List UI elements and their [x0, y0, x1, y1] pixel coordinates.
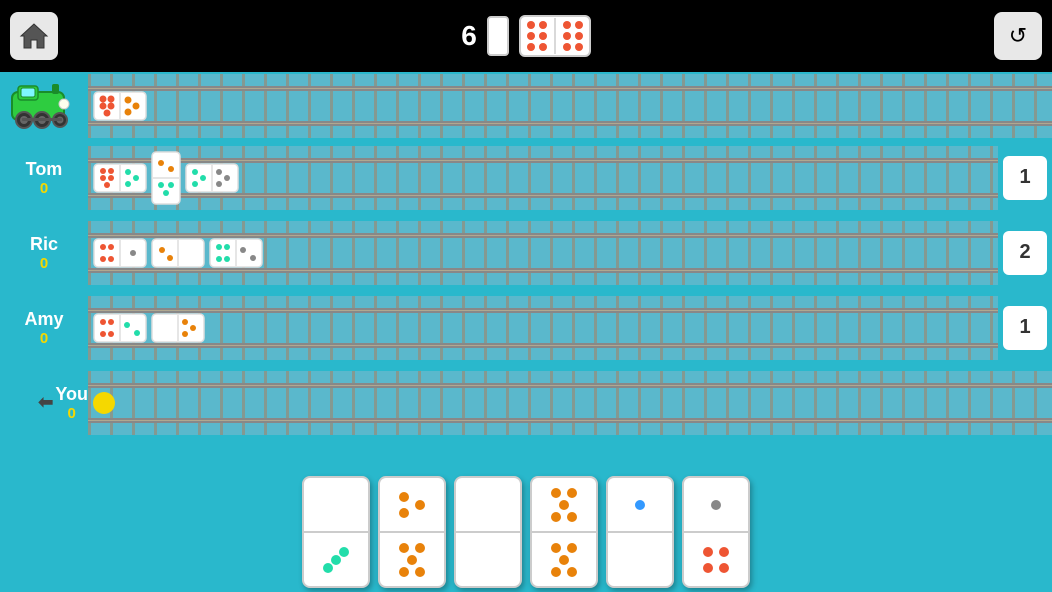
hand-domino-2[interactable] — [378, 476, 446, 588]
hand-domino-3[interactable] — [454, 476, 522, 588]
app: 6 — [0, 0, 1052, 592]
ric-name: Ric — [30, 234, 58, 255]
tom-track — [88, 146, 998, 210]
you-score: 0 — [67, 405, 75, 422]
hand-domino-3-top — [456, 478, 520, 533]
top-center: 6 — [461, 15, 591, 57]
player-row-engine — [0, 72, 1052, 140]
round-number: 6 — [461, 20, 477, 52]
you-marker — [93, 392, 115, 414]
undo-button[interactable]: ↺ — [994, 12, 1042, 60]
hand-domino-2-bottom — [380, 533, 444, 586]
player-row-you: ⬅ You 0 — [0, 365, 1052, 440]
tom-badge: 1 — [1003, 156, 1047, 200]
tom-score: 0 — [40, 180, 48, 197]
engine-label — [0, 80, 88, 132]
player-row-ric: Ric 0 — [0, 215, 1052, 290]
game-area: Tom 0 — [0, 72, 1052, 472]
tom-track-dominos — [88, 151, 239, 205]
hand-domino-2-top — [380, 478, 444, 533]
amy-track — [88, 296, 998, 360]
hand-domino-4[interactable] — [530, 476, 598, 588]
amy-name: Amy — [24, 309, 63, 330]
home-button[interactable] — [10, 12, 58, 60]
hand-domino-4-bottom — [532, 533, 596, 586]
you-name: You — [55, 384, 88, 405]
you-track-dominos[interactable] — [88, 392, 118, 414]
hand-domino-1[interactable] — [302, 476, 370, 588]
you-track — [88, 371, 1052, 435]
hand-domino-6[interactable] — [682, 476, 750, 588]
player-row-tom: Tom 0 — [0, 140, 1052, 215]
engine-track-dominos — [88, 91, 147, 121]
hand-domino-5[interactable] — [606, 476, 674, 588]
ric-label: Ric 0 — [0, 234, 88, 272]
ric-badge: 2 — [1003, 231, 1047, 275]
hand-domino-6-top — [684, 478, 748, 533]
hand-domino-5-bottom — [608, 533, 672, 586]
tom-label: Tom 0 — [0, 159, 88, 197]
amy-score: 0 — [40, 330, 48, 347]
ric-track — [88, 221, 998, 285]
amy-label: Amy 0 — [0, 309, 88, 347]
player-row-amy: Amy 0 — [0, 290, 1052, 365]
engine-track — [88, 74, 1052, 138]
hand-domino-4-top — [532, 478, 596, 533]
ric-score: 0 — [40, 255, 48, 272]
tom-name: Tom — [26, 159, 63, 180]
amy-badge: 1 — [1003, 306, 1047, 350]
top-domino-display — [519, 15, 591, 57]
top-bar: 6 — [0, 0, 1052, 72]
hand-domino-6-bottom — [684, 533, 748, 586]
draw-tile[interactable] — [487, 16, 509, 56]
hand-domino-1-top — [304, 478, 368, 533]
hand-domino-3-bottom — [456, 533, 520, 586]
hand-area — [0, 472, 1052, 592]
hand-domino-1-bottom — [304, 533, 368, 586]
current-player-arrow: ⬅ — [38, 392, 53, 413]
amy-track-dominos — [88, 313, 205, 343]
you-label: ⬅ You 0 — [0, 384, 88, 422]
hand-domino-5-top — [608, 478, 672, 533]
ric-track-dominos — [88, 238, 263, 268]
